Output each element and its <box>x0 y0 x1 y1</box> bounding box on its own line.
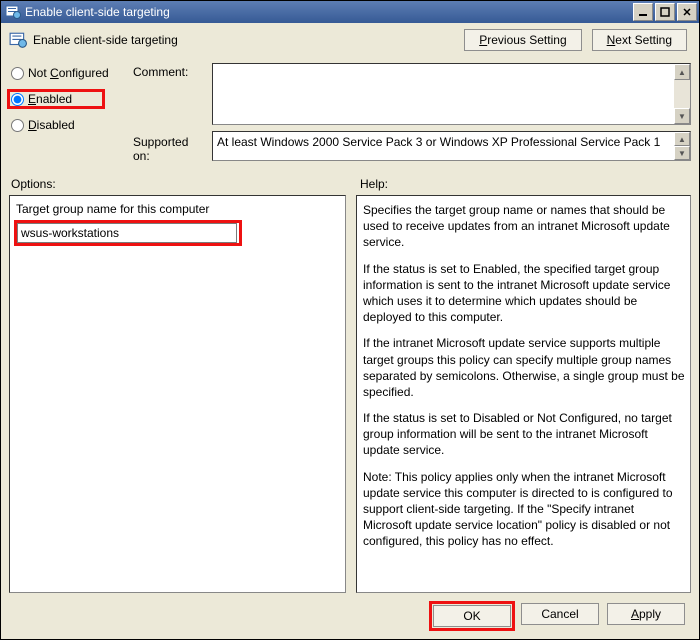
policy-icon <box>5 4 21 20</box>
scroll-up-icon[interactable]: ▲ <box>674 64 690 80</box>
comment-textarea[interactable]: ▲ ▼ <box>212 63 691 125</box>
apply-button[interactable]: Apply <box>607 603 685 625</box>
help-text: If the intranet Microsoft update service… <box>363 335 686 400</box>
scrollbar[interactable]: ▲ ▼ <box>674 64 690 124</box>
minimize-button[interactable] <box>633 3 653 21</box>
supported-value: At least Windows 2000 Service Pack 3 or … <box>217 135 660 149</box>
help-text: If the status is set to Disabled or Not … <box>363 410 686 459</box>
help-text: If the status is set to Enabled, the spe… <box>363 261 686 326</box>
previous-setting-button[interactable]: Previous Setting <box>464 29 581 51</box>
dialog-buttons: OK Cancel Apply <box>9 593 691 631</box>
radio-not-configured-input[interactable] <box>11 67 24 80</box>
options-pane: Target group name for this computer <box>9 195 346 593</box>
radio-enabled[interactable]: Enabled <box>9 91 103 107</box>
help-pane: Specifies the target group name or names… <box>356 195 691 593</box>
policy-name: Enable client-side targeting <box>33 33 464 47</box>
radio-not-configured[interactable]: Not Configured <box>9 65 129 81</box>
target-group-input[interactable] <box>17 223 237 243</box>
scroll-down-icon[interactable]: ▼ <box>674 146 690 160</box>
cancel-button[interactable]: Cancel <box>521 603 599 625</box>
window-buttons <box>631 3 697 21</box>
scroll-up-icon[interactable]: ▲ <box>674 132 690 146</box>
scroll-down-icon[interactable]: ▼ <box>674 108 690 124</box>
supported-text: At least Windows 2000 Service Pack 3 or … <box>212 131 691 161</box>
scrollbar[interactable]: ▲ ▼ <box>674 132 690 160</box>
comment-label: Comment: <box>133 63 208 79</box>
next-setting-button[interactable]: Next Setting <box>592 29 687 51</box>
window: Enable client-side targeting Enable clie… <box>0 0 700 640</box>
policy-icon <box>9 31 27 49</box>
titlebar: Enable client-side targeting <box>1 1 699 23</box>
target-group-label: Target group name for this computer <box>16 202 339 216</box>
help-text: Specifies the target group name or names… <box>363 202 686 251</box>
supported-label: Supported on: <box>133 125 208 163</box>
help-text: Note: This policy applies only when the … <box>363 469 686 550</box>
help-label: Help: <box>350 177 689 191</box>
radio-enabled-input[interactable] <box>11 93 24 106</box>
radio-disabled-input[interactable] <box>11 119 24 132</box>
radio-disabled[interactable]: Disabled <box>9 117 129 133</box>
options-label: Options: <box>11 177 350 191</box>
window-title: Enable client-side targeting <box>25 5 631 19</box>
ok-button[interactable]: OK <box>433 605 511 627</box>
state-radios: Not Configured Enabled Disabled <box>9 63 129 133</box>
maximize-button[interactable] <box>655 3 675 21</box>
close-button[interactable] <box>677 3 697 21</box>
header-row: Enable client-side targeting Previous Se… <box>9 29 691 51</box>
